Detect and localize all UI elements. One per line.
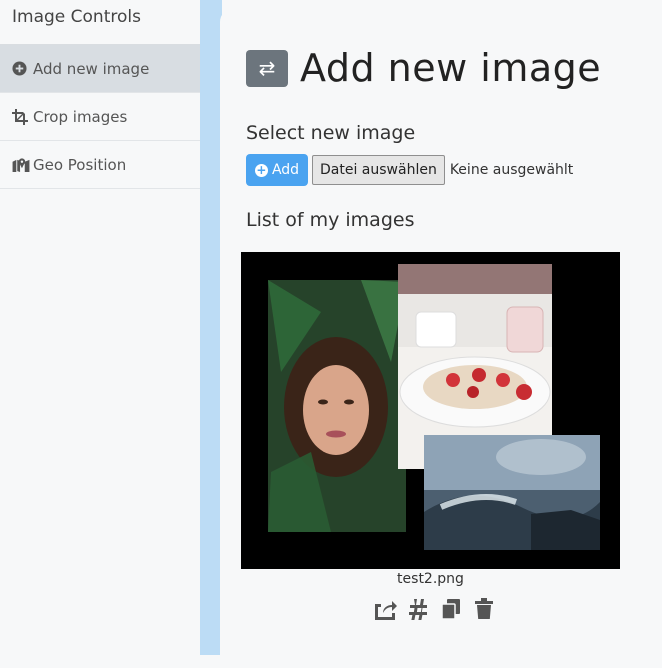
toggle-sidebar-button[interactable]: ⇄ — [246, 49, 288, 87]
file-status: Keine ausgewählt — [449, 162, 574, 178]
sidebar-item-label: Add new image — [33, 59, 150, 78]
plus-icon: + — [254, 162, 268, 177]
hashtag-icon — [408, 598, 427, 620]
add-image-button[interactable]: + Add — [246, 154, 308, 186]
select-image-heading: Select new image — [246, 122, 416, 144]
sidebar-item-crop-images[interactable]: Crop images — [0, 93, 200, 141]
choose-file-button[interactable]: Datei auswählen — [312, 155, 445, 185]
sidebar-title: Image Controls — [0, 0, 200, 45]
add-button-label: Add — [271, 162, 300, 178]
panel-divider — [200, 0, 222, 655]
collage-image — [241, 252, 620, 569]
map-marker-icon — [12, 157, 32, 172]
copy-icon — [440, 598, 460, 620]
image-caption: test2.png — [397, 571, 464, 587]
swap-arrows-icon: ⇄ — [258, 56, 276, 80]
copy-button[interactable] — [438, 596, 463, 621]
share-icon — [374, 600, 397, 620]
plus-circle-icon — [12, 61, 32, 76]
sidebar-item-add-new-image[interactable]: Add new image — [0, 45, 200, 93]
hash-button[interactable] — [405, 596, 430, 621]
sidebar: Image Controls Add new image Crop images… — [0, 0, 200, 655]
image-actions — [372, 596, 496, 621]
sidebar-item-label: Crop images — [33, 107, 128, 126]
share-button[interactable] — [372, 596, 397, 621]
main-panel: ⇄ Add new image Select new image + Add D… — [220, 8, 662, 668]
delete-button[interactable] — [471, 596, 496, 621]
image-thumbnail[interactable] — [241, 252, 620, 569]
image-list-heading: List of my images — [246, 209, 415, 231]
upload-row: + Add Datei auswählen Keine ausgewählt — [246, 154, 573, 186]
sidebar-item-label: Geo Position — [33, 155, 127, 174]
page-title: Add new image — [300, 46, 602, 90]
sidebar-item-geo-position[interactable]: Geo Position — [0, 141, 200, 189]
page-header: ⇄ Add new image — [246, 46, 601, 90]
trash-icon — [474, 597, 493, 619]
crop-icon — [12, 108, 32, 125]
